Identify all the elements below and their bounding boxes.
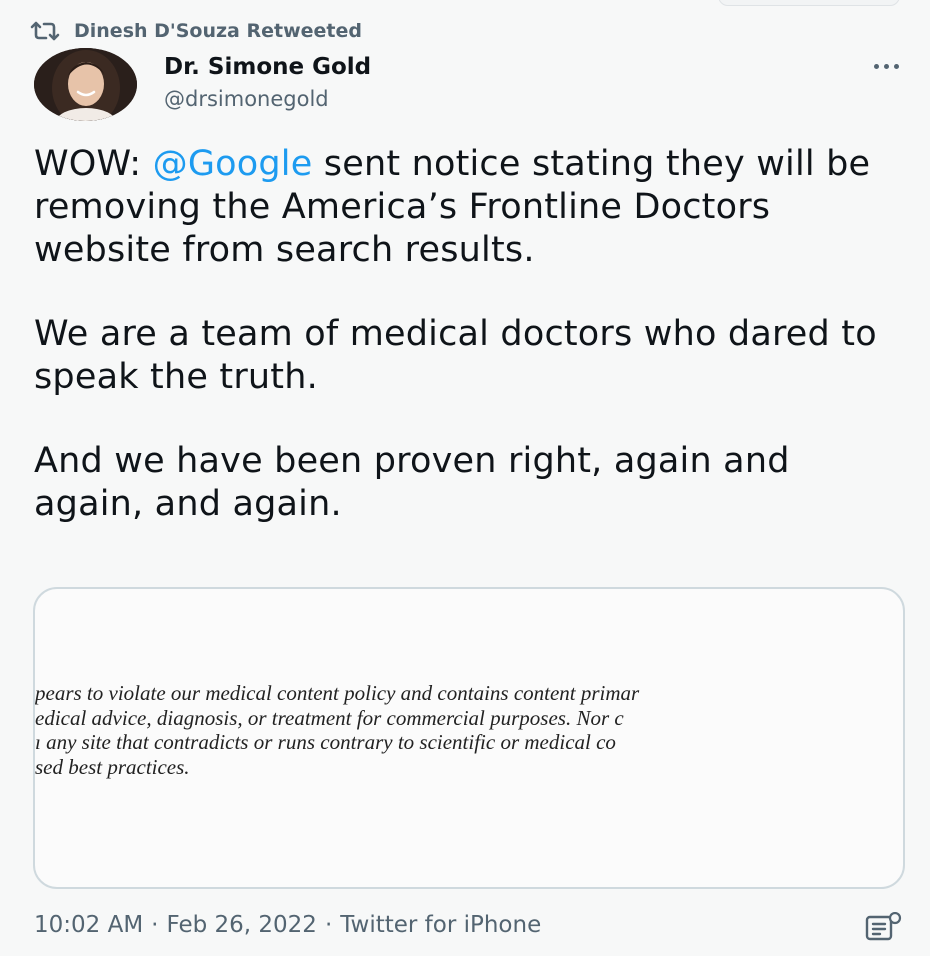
notice-line: pears to violate our medical content pol… xyxy=(35,681,640,705)
tweet-source[interactable]: Twitter for iPhone xyxy=(340,912,541,938)
retweet-icon xyxy=(30,21,60,41)
tweet-time[interactable]: 10:02 AM xyxy=(34,912,143,938)
tweet-paragraph: We are a team of medical doctors who dar… xyxy=(34,314,877,397)
retweet-label: Dinesh D'Souza Retweeted xyxy=(74,20,362,42)
notice-excerpt: pears to violate our medical content pol… xyxy=(35,681,903,779)
tweet-header: Dr. Simone Gold @drsimonegold xyxy=(34,48,906,124)
analytics-icon[interactable] xyxy=(864,912,904,942)
tweet-metadata: 10:02 AM · Feb 26, 2022 · Twitter for iP… xyxy=(34,908,541,942)
tweet-paragraph: And we have been proven right, again and… xyxy=(34,441,790,524)
more-dot xyxy=(873,63,879,69)
user-handle[interactable]: @drsimonegold xyxy=(164,84,371,114)
author-block[interactable]: Dr. Simone Gold @drsimonegold xyxy=(164,52,371,114)
profile-photo-icon xyxy=(34,48,137,121)
display-name[interactable]: Dr. Simone Gold xyxy=(164,52,371,82)
mention-link[interactable]: @Google xyxy=(153,144,313,184)
tweet-text: WOW: @Google sent notice stating they wi… xyxy=(34,143,904,526)
meta-separator: · xyxy=(324,912,333,938)
media-image[interactable]: pears to violate our medical content pol… xyxy=(33,587,905,889)
notice-line: edical advice, diagnosis, or treatment f… xyxy=(35,705,624,730)
notice-line: sed best practices. xyxy=(35,754,190,779)
avatar[interactable] xyxy=(34,48,137,121)
notice-line: ı any site that contradicts or runs cont… xyxy=(35,730,616,754)
more-options-icon[interactable] xyxy=(866,54,906,78)
meta-separator: · xyxy=(151,912,159,938)
tweet-text-lead: WOW: xyxy=(34,144,153,184)
retweet-indicator[interactable]: Dinesh D'Souza Retweeted xyxy=(30,17,362,45)
more-dot xyxy=(883,63,889,69)
tweet-paragraph: WOW: @Google sent notice stating they wi… xyxy=(34,143,904,272)
top-pill xyxy=(718,0,900,6)
tweet-date[interactable]: Feb 26, 2022 xyxy=(166,912,316,938)
more-dot xyxy=(893,63,899,69)
